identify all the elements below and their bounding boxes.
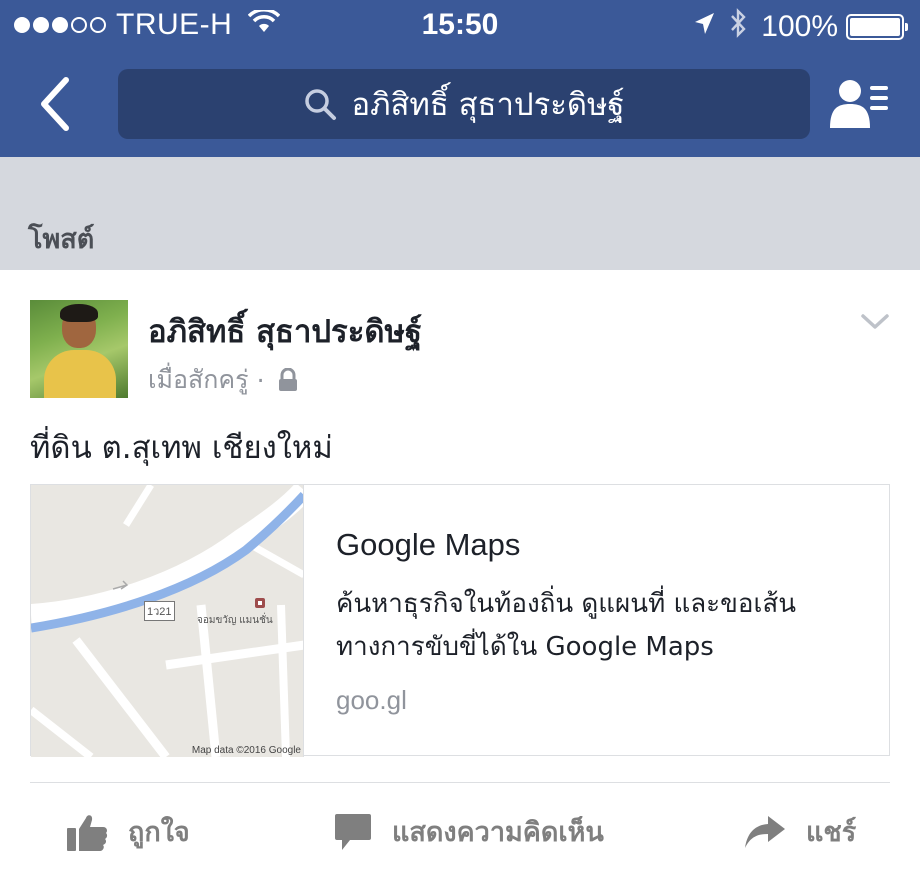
lock-icon xyxy=(277,368,299,392)
link-title: Google Maps xyxy=(336,527,521,562)
post-options-chevron[interactable] xyxy=(860,312,890,332)
search-bar[interactable]: อภิสิทธิ์ สุธาประดิษฐ์ xyxy=(118,69,810,139)
map-attribution: Map data ©2016 Google xyxy=(191,745,301,756)
status-right: 100% xyxy=(693,8,908,46)
like-label: ถูกใจ xyxy=(128,817,190,848)
friends-list-button[interactable] xyxy=(830,78,890,130)
thumbs-up-icon xyxy=(66,812,108,852)
post-card: อภิสิทธิ์ สุธาประดิษฐ์ เมื่อสักครู่ · ที… xyxy=(0,270,920,879)
comment-bubble-icon xyxy=(334,812,372,852)
location-arrow-icon xyxy=(693,10,715,44)
link-domain: goo.gl xyxy=(336,685,407,715)
author-name[interactable]: อภิสิทธิ์ สุธาประดิษฐ์ xyxy=(148,306,422,356)
link-description: ค้นหาธุรกิจในท้องถิ่น ดูแผนที่ และขอเส้น… xyxy=(336,589,797,662)
status-bar: TRUE-H 15:50 100% xyxy=(0,0,920,52)
like-button[interactable]: ถูกใจ xyxy=(66,810,190,853)
comment-label: แสดงความคิดเห็น xyxy=(392,817,604,848)
divider xyxy=(30,782,890,783)
action-bar: ถูกใจ แสดงความคิดเห็น แชร์ xyxy=(0,800,920,866)
comment-button[interactable]: แสดงความคิดเห็น xyxy=(334,810,604,853)
bluetooth-icon xyxy=(729,8,747,46)
nav-bar: อภิสิทธิ์ สุธาประดิษฐ์ xyxy=(0,52,920,157)
friends-list-icon xyxy=(830,80,888,128)
battery-percent: 100% xyxy=(761,10,838,43)
share-label: แชร์ xyxy=(806,817,857,848)
back-button[interactable] xyxy=(30,74,80,134)
map-road-label: 1ว21 xyxy=(144,601,175,621)
section-title: โพสต์ xyxy=(28,224,95,255)
author-avatar[interactable] xyxy=(30,300,128,398)
link-preview-card[interactable]: 1ว21 จอมขวัญ แมนชั่น Map data ©2016 Goog… xyxy=(30,484,890,757)
post-text: ที่ดิน ต.สุเทพ เชียงใหม่ xyxy=(30,430,333,466)
section-header: โพสต์ xyxy=(0,157,920,270)
map-place-label: จอมขวัญ แมนชั่น xyxy=(197,615,273,626)
post-meta: เมื่อสักครู่ · xyxy=(148,360,299,400)
map-thumbnail: 1ว21 จอมขวัญ แมนชั่น Map data ©2016 Goog… xyxy=(31,485,304,757)
battery-icon xyxy=(846,14,908,40)
share-arrow-icon xyxy=(744,814,786,850)
meta-separator: · xyxy=(256,365,265,395)
chevron-down-icon xyxy=(861,314,889,329)
chevron-left-icon xyxy=(41,77,69,131)
search-icon xyxy=(303,87,337,121)
share-button[interactable]: แชร์ xyxy=(744,810,856,853)
post-time[interactable]: เมื่อสักครู่ xyxy=(148,360,249,400)
search-query: อภิสิทธิ์ สุธาประดิษฐ์ xyxy=(351,87,625,123)
